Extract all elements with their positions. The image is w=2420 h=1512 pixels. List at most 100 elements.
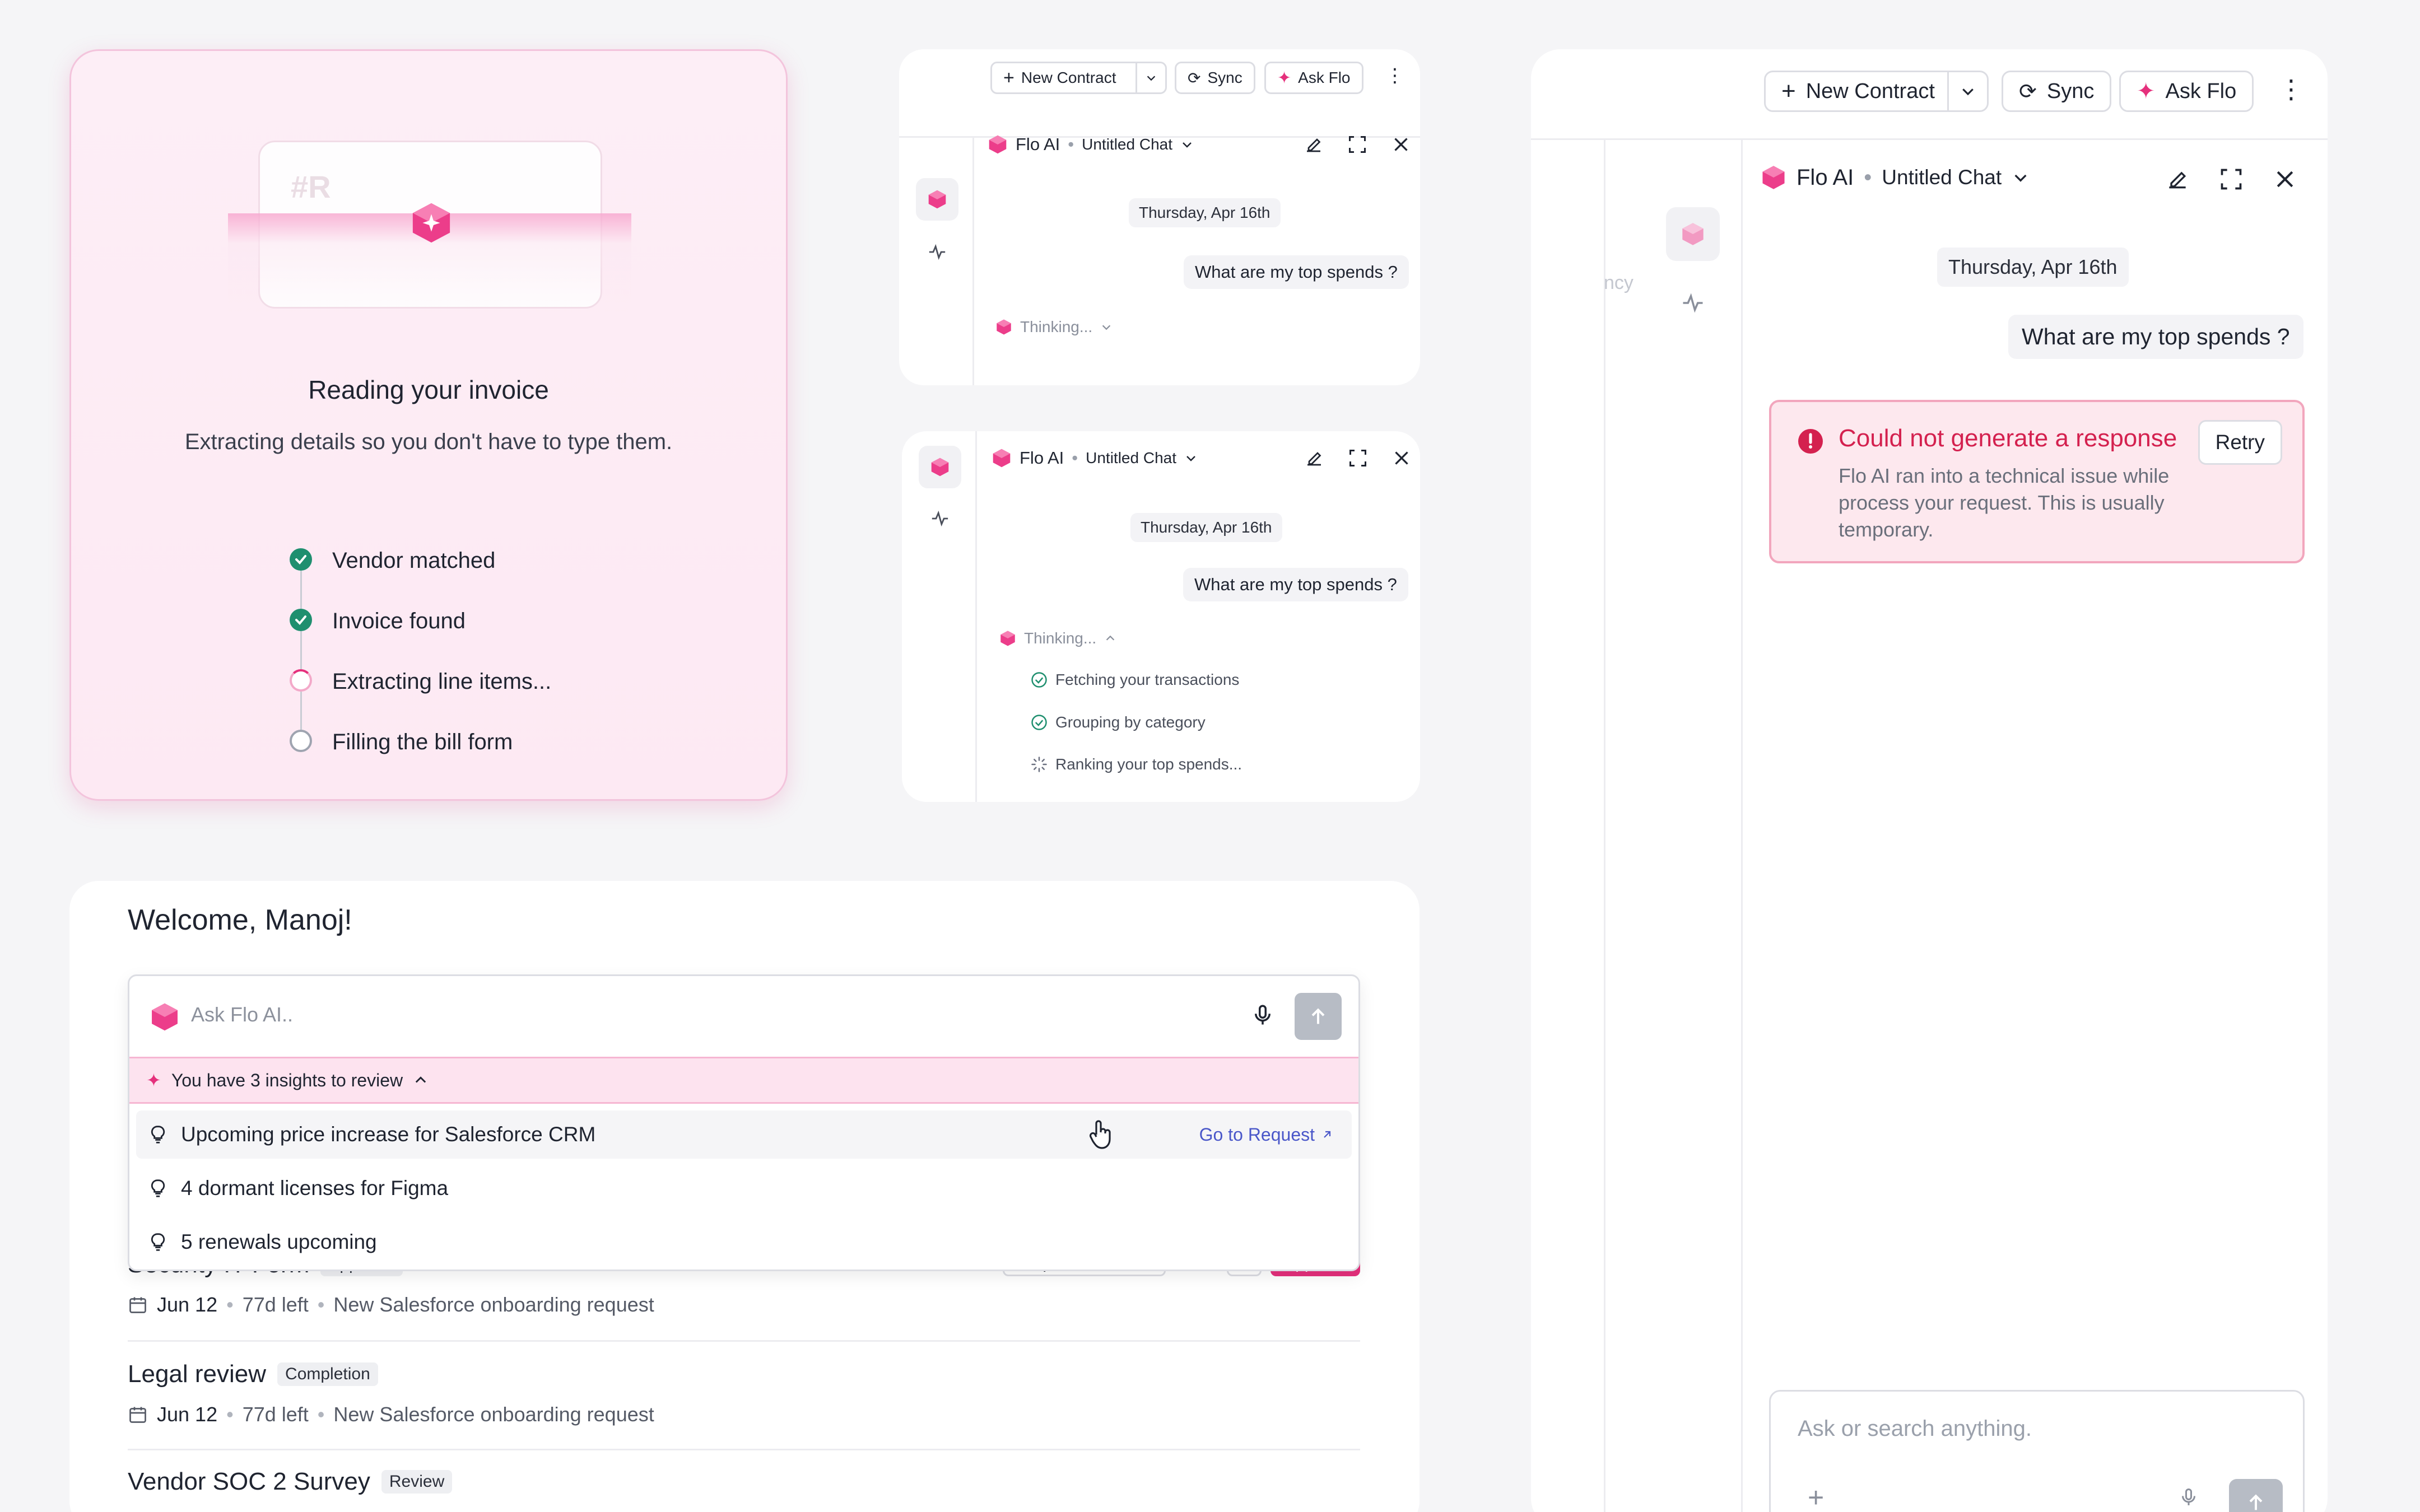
insight-item[interactable]: Upcoming price increase for Salesforce C…	[136, 1110, 1352, 1159]
thinking-label: Thinking...	[1024, 629, 1097, 647]
chevron-up-icon	[415, 1076, 426, 1083]
new-contract-dropdown[interactable]	[1135, 62, 1167, 94]
thinking-step-label: Fetching your transactions	[1055, 671, 1240, 688]
lightbulb-icon	[151, 1179, 165, 1197]
new-contract-button[interactable]: + New Contract	[990, 62, 1137, 94]
go-to-request-link[interactable]: Go to Request	[1199, 1124, 1334, 1145]
rail-activity-button[interactable]	[1681, 291, 1705, 315]
rail-activity-button[interactable]	[916, 231, 958, 273]
chat-header: Flo AI • Untitled Chat	[1761, 165, 2030, 190]
edit-icon[interactable]	[2165, 167, 2190, 192]
thinking-step: Grouping by category	[1031, 713, 1206, 731]
chat-title-dropdown[interactable]: Untitled Chat	[1082, 136, 1172, 153]
chevron-down-icon	[1102, 325, 1111, 330]
more-vertical-icon[interactable]: ⋮	[1385, 66, 1404, 85]
insights-toggle[interactable]: ✦ You have 3 insights to review	[129, 1057, 1358, 1104]
activity-icon	[1683, 293, 1703, 313]
retry-button[interactable]: Retry	[2198, 420, 2282, 465]
panel-toolbar: + New Contract ⟳ Sync ✦ Ask Flo ⋮	[1531, 49, 2328, 140]
step-label: Vendor matched	[332, 548, 496, 573]
task-date: Jun 12	[157, 1403, 218, 1426]
microphone-icon[interactable]	[1251, 1003, 1274, 1026]
flo-cube-icon	[1682, 223, 1704, 245]
step-extracting-line-items: Extracting line items...	[290, 669, 551, 730]
insight-item[interactable]: 4 dormant licenses for Figma	[136, 1164, 1352, 1212]
chevron-down-icon	[1147, 76, 1156, 81]
rail-flo-button[interactable]	[916, 178, 958, 221]
activity-icon	[932, 510, 948, 527]
chat-header-actions	[2165, 167, 2297, 192]
chat-title-dropdown[interactable]: Untitled Chat	[1086, 449, 1176, 467]
insight-label: Upcoming price increase for Salesforce C…	[181, 1123, 596, 1146]
task-row[interactable]: Legal review Completion Jun 12 • 77d lef…	[128, 1360, 1360, 1426]
row-divider	[128, 1449, 1360, 1450]
edit-icon[interactable]	[1304, 134, 1324, 155]
ask-flo-button[interactable]: ✦ Ask Flo	[1264, 62, 1363, 94]
composer-input[interactable]: Ask or search anything.	[1798, 1416, 2032, 1441]
error-alert: Could not generate a response Flo AI ran…	[1769, 400, 2305, 563]
sync-button[interactable]: ⟳ Sync	[2002, 71, 2112, 112]
microphone-icon[interactable]	[2179, 1487, 2199, 1507]
thinking-step: Fetching your transactions	[1031, 671, 1239, 689]
expand-icon[interactable]	[2219, 167, 2244, 192]
insight-item[interactable]: 5 renewals upcoming	[136, 1218, 1352, 1266]
user-message: What are my top spends ?	[1184, 255, 1409, 289]
send-button[interactable]	[2229, 1479, 2283, 1512]
ask-flo-input[interactable]: Ask Flo AI..	[191, 1003, 293, 1026]
step-filling-bill-form: Filling the bill form	[290, 730, 551, 790]
chevron-down-icon[interactable]	[1184, 451, 1198, 465]
task-meta: Jun 12 • 77d left • New Salesforce onboa…	[128, 1403, 1360, 1426]
rail-flo-button[interactable]	[1666, 207, 1720, 261]
task-row[interactable]: Vendor SOC 2 Survey Review	[128, 1468, 1360, 1496]
chevron-down-icon[interactable]	[1180, 138, 1194, 151]
step-label: Extracting line items...	[332, 669, 552, 694]
expand-icon[interactable]	[1347, 134, 1367, 155]
chevron-down-icon[interactable]	[2012, 169, 2030, 186]
step-label: Filling the bill form	[332, 730, 513, 754]
plus-icon: +	[1003, 67, 1014, 88]
rail-flo-button[interactable]	[919, 446, 961, 488]
thinking-step-label: Ranking your top spends...	[1055, 755, 1242, 773]
invoice-subtitle: Extracting details so you don't have to …	[184, 430, 673, 454]
ask-flo-button[interactable]: ✦ Ask Flo	[2119, 71, 2254, 112]
flo-cube-icon	[1762, 166, 1785, 189]
chat-rail	[902, 431, 977, 802]
user-message: What are my top spends ?	[1183, 568, 1408, 601]
chat-header-actions	[1304, 134, 1411, 155]
task-days-left: 77d left	[242, 1293, 309, 1316]
new-contract-dropdown[interactable]	[1947, 71, 1989, 112]
chevron-down-icon	[1962, 88, 1974, 96]
chat-composer: Ask or search anything. +	[1769, 1390, 2305, 1512]
chat-title-dropdown[interactable]: Untitled Chat	[1882, 166, 2002, 189]
arrow-up-icon	[1311, 1008, 1325, 1024]
activity-icon	[929, 244, 946, 260]
arrow-up-right-icon	[1324, 1131, 1331, 1138]
thinking-toggle[interactable]: Thinking...	[995, 318, 1113, 336]
rail-activity-button[interactable]	[919, 497, 961, 540]
sparkle-icon: ✦	[146, 1070, 161, 1090]
more-vertical-icon[interactable]: ⋮	[2278, 76, 2304, 102]
separator-dot: •	[1072, 448, 1078, 468]
close-icon[interactable]	[2273, 167, 2297, 192]
close-icon[interactable]	[1391, 134, 1411, 155]
thinking-toggle[interactable]: Thinking...	[999, 629, 1116, 647]
close-icon[interactable]	[1392, 448, 1412, 468]
new-contract-button[interactable]: + New Contract	[1764, 71, 1949, 112]
chat-header: Flo AI • Untitled Chat	[992, 448, 1198, 468]
invoice-steps: Vendor matched Invoice found Extracting …	[290, 548, 551, 790]
plus-icon[interactable]: +	[1808, 1481, 1824, 1512]
lightbulb-icon	[151, 1233, 165, 1251]
separator-dot: •	[317, 1293, 325, 1316]
flo-cube-icon	[1000, 631, 1015, 646]
sync-button[interactable]: ⟳ Sync	[1175, 62, 1255, 94]
row-divider	[128, 1340, 1360, 1342]
edit-icon[interactable]	[1304, 448, 1324, 468]
arrow-up-icon	[2249, 1494, 2263, 1510]
check-circle-outline-icon	[1031, 672, 1047, 688]
invoice-reading-card: #R Reading your invoice Extracting detai…	[69, 49, 788, 801]
send-button[interactable]	[1295, 993, 1342, 1040]
flo-cube-icon	[997, 319, 1011, 335]
thinking-step: Ranking your top spends...	[1031, 755, 1242, 773]
expand-icon[interactable]	[1348, 448, 1368, 468]
chevron-up-icon	[1106, 635, 1115, 641]
